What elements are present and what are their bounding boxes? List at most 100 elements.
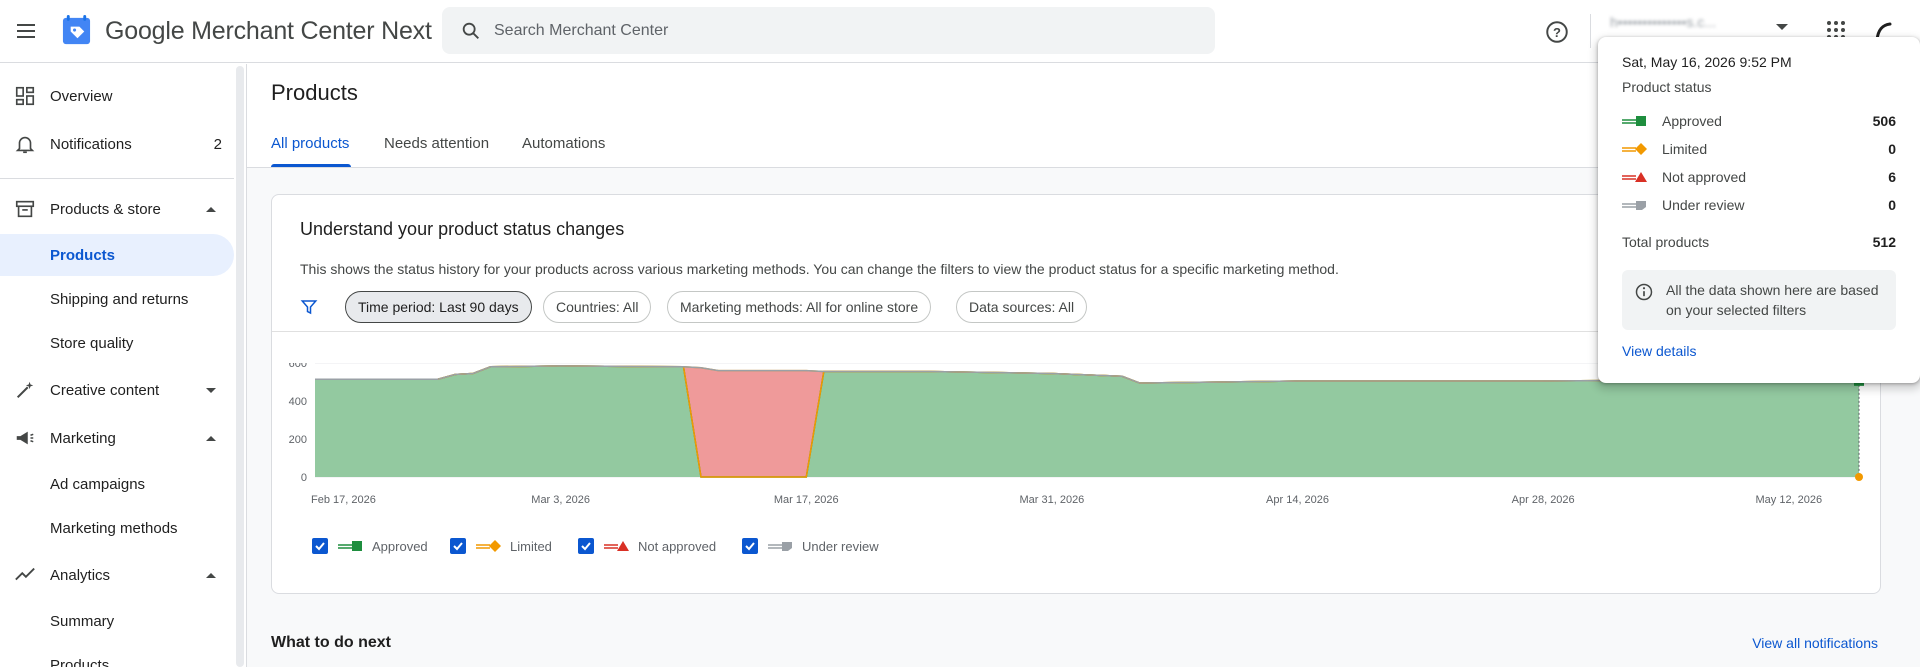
checkbox-checked-icon[interactable] bbox=[578, 538, 594, 554]
search-bar[interactable] bbox=[442, 7, 1215, 54]
card-description: This shows the status history for your p… bbox=[300, 261, 1339, 277]
svg-text:?: ? bbox=[1553, 25, 1561, 40]
approved-square-icon bbox=[338, 541, 362, 551]
filter-icon[interactable] bbox=[300, 298, 318, 316]
trending-icon bbox=[15, 567, 35, 581]
sidebar-divider bbox=[0, 178, 234, 179]
chevron-down-icon bbox=[206, 387, 216, 393]
sidebar-item-analytics[interactable]: Analytics bbox=[0, 554, 234, 596]
dashboard-icon bbox=[15, 86, 35, 106]
menu-icon[interactable] bbox=[14, 19, 38, 43]
tooltip-total-value: 512 bbox=[1872, 234, 1896, 250]
sidebar-item-ad-campaigns[interactable]: Ad campaigns bbox=[0, 463, 234, 505]
notification-count: 2 bbox=[213, 135, 222, 153]
tab-all-products[interactable]: All products bbox=[271, 135, 349, 152]
filter-chip-marketing-methods[interactable]: Marketing methods: All for online store bbox=[667, 291, 932, 323]
search-input[interactable] bbox=[494, 17, 1174, 44]
sidebar-item-store-quality[interactable]: Store quality bbox=[0, 322, 234, 364]
view-details-link[interactable]: View details bbox=[1622, 343, 1696, 359]
sidebar-scrollbar[interactable] bbox=[236, 66, 244, 667]
under-review-shape-icon bbox=[1622, 201, 1646, 210]
app-title: Google Merchant Center Next bbox=[105, 17, 432, 45]
sidebar-item-overview[interactable]: Overview bbox=[0, 75, 234, 117]
x-tick-label: Feb 17, 2026 bbox=[311, 494, 376, 506]
help-icon[interactable]: ? bbox=[1544, 19, 1570, 45]
y-tick-label: 0 bbox=[301, 472, 307, 484]
bell-icon bbox=[15, 136, 35, 154]
sidebar-item-shipping[interactable]: Shipping and returns bbox=[0, 278, 234, 320]
sidebar-item-label: Overview bbox=[50, 87, 113, 105]
y-tick-label: 600 bbox=[289, 363, 307, 370]
checkbox-checked-icon[interactable] bbox=[742, 538, 758, 554]
x-tick-label: Mar 3, 2026 bbox=[531, 494, 590, 506]
legend-item-under-review[interactable]: Under review bbox=[742, 535, 879, 557]
sidebar-item-label: Products & store bbox=[50, 200, 161, 218]
checkbox-checked-icon[interactable] bbox=[450, 538, 466, 554]
sidebar: Overview Notifications 2 Products & stor… bbox=[0, 64, 246, 667]
tooltip-note-text: All the data shown here are based on you… bbox=[1666, 282, 1879, 318]
card-title: Understand your product status changes bbox=[300, 219, 625, 239]
y-tick-label: 400 bbox=[289, 396, 307, 408]
store-icon bbox=[15, 200, 35, 218]
sidebar-item-creative-content[interactable]: Creative content bbox=[0, 369, 234, 411]
tab-automations[interactable]: Automations bbox=[522, 135, 605, 152]
legend-label: Limited bbox=[510, 538, 552, 554]
tooltip-total: Total products 512 bbox=[1622, 234, 1896, 250]
search-icon bbox=[462, 22, 479, 39]
sidebar-item-notifications[interactable]: Notifications 2 bbox=[0, 123, 234, 165]
legend-item-not-approved[interactable]: Not approved bbox=[578, 535, 716, 557]
chart-legend: Approved Limited Not approved Under revi… bbox=[312, 535, 1012, 557]
magic-wand-icon bbox=[16, 381, 34, 399]
tab-needs-attention[interactable]: Needs attention bbox=[384, 135, 489, 152]
tooltip-row-approved: Approved 506 bbox=[1622, 112, 1896, 132]
legend-item-approved[interactable]: Approved bbox=[312, 535, 428, 557]
info-icon bbox=[1635, 283, 1653, 301]
chart-tooltip: Sat, May 16, 2026 9:52 PM Product status… bbox=[1598, 37, 1920, 383]
account-caret-icon[interactable] bbox=[1776, 24, 1788, 30]
approved-square-icon bbox=[1622, 116, 1646, 126]
chevron-up-icon bbox=[206, 206, 216, 212]
sidebar-item-summary[interactable]: Summary bbox=[0, 600, 234, 642]
what-to-do-next-title: What to do next bbox=[271, 634, 391, 651]
legend-label: Not approved bbox=[638, 538, 717, 554]
sidebar-item-marketing[interactable]: Marketing bbox=[0, 417, 234, 459]
sidebar-item-analytics-products[interactable]: Products bbox=[0, 644, 234, 667]
sidebar-item-label: Creative content bbox=[50, 381, 160, 399]
legend-label: Under review bbox=[802, 538, 879, 554]
merchant-center-logo[interactable] bbox=[61, 15, 92, 46]
limited-diamond-icon bbox=[476, 540, 501, 552]
filter-chip-countries[interactable]: Countries: All bbox=[543, 291, 652, 323]
header-divider bbox=[1590, 14, 1591, 48]
x-tick-label: Mar 31, 2026 bbox=[1019, 494, 1084, 506]
x-tick-label: Mar 17, 2026 bbox=[774, 494, 839, 506]
tooltip-row-under-review: Under review 0 bbox=[1622, 196, 1896, 216]
megaphone-icon bbox=[16, 431, 34, 445]
account-name[interactable]: h••••••••••••••s.c... bbox=[1610, 14, 1716, 30]
sidebar-item-marketing-methods[interactable]: Marketing methods bbox=[0, 507, 234, 549]
tooltip-row-not-approved: Not approved 6 bbox=[1622, 168, 1896, 188]
legend-item-limited[interactable]: Limited bbox=[450, 535, 552, 557]
legend-label: Approved bbox=[372, 538, 428, 554]
product-status-chart[interactable]: 0 200 400 600 Feb 17, 2026 Mar 3, 2026 Mar 17,… bbox=[272, 363, 1880, 513]
not-approved-triangle-icon bbox=[604, 541, 629, 551]
tooltip-row-limited: Limited 0 bbox=[1622, 140, 1896, 160]
checkbox-checked-icon[interactable] bbox=[312, 538, 328, 554]
tooltip-date: Sat, May 16, 2026 9:52 PM bbox=[1622, 54, 1792, 70]
chevron-up-icon bbox=[206, 572, 216, 578]
view-all-notifications-link[interactable]: View all notifications bbox=[1752, 635, 1878, 651]
chevron-up-icon bbox=[206, 435, 216, 441]
sidebar-item-label: Analytics bbox=[50, 566, 111, 584]
x-tick-label: Apr 14, 2026 bbox=[1266, 494, 1329, 506]
x-tick-label: Apr 28, 2026 bbox=[1512, 494, 1575, 506]
filter-chip-data-sources[interactable]: Data sources: All bbox=[956, 291, 1088, 323]
y-tick-label: 200 bbox=[289, 434, 307, 446]
under-review-shape-icon bbox=[768, 542, 792, 551]
tooltip-subtitle: Product status bbox=[1622, 79, 1712, 95]
tooltip-note: All the data shown here are based on you… bbox=[1622, 270, 1896, 330]
filter-chip-time-period[interactable]: Time period: Last 90 days bbox=[345, 291, 532, 323]
sidebar-item-products[interactable]: Products bbox=[0, 234, 234, 276]
sidebar-item-label: Marketing bbox=[50, 429, 116, 447]
x-tick-label: May 12, 2026 bbox=[1755, 494, 1822, 506]
sidebar-item-products-store[interactable]: Products & store bbox=[0, 188, 234, 230]
page-title: Products bbox=[271, 80, 358, 105]
